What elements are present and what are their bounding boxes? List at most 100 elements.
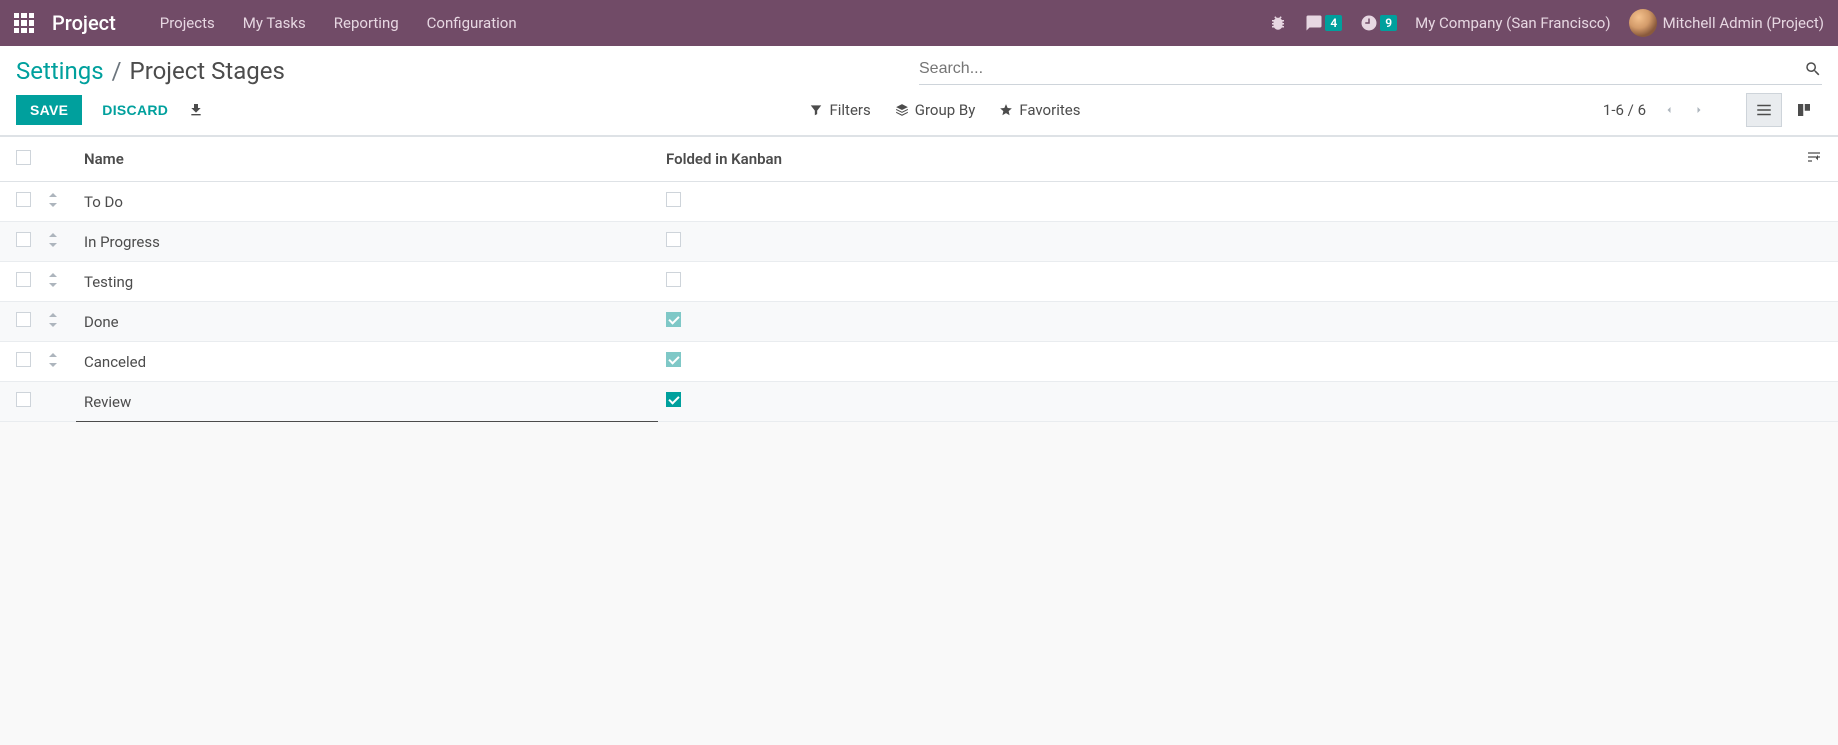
apps-icon[interactable] xyxy=(14,13,34,33)
list-view-button[interactable] xyxy=(1746,93,1782,127)
row-handle-cell xyxy=(40,302,76,342)
list-icon xyxy=(1755,101,1773,119)
row-handle-cell xyxy=(40,342,76,382)
row-name-cell[interactable]: Done xyxy=(76,302,658,342)
favorites-label: Favorites xyxy=(1019,101,1080,119)
row-handle-cell xyxy=(40,182,76,222)
table-row[interactable]: Canceled xyxy=(0,342,1838,382)
breadcrumb-settings[interactable]: Settings xyxy=(16,57,104,85)
nav-link-reporting[interactable]: Reporting xyxy=(320,0,413,46)
discuss-badge: 4 xyxy=(1325,15,1342,31)
header-folded[interactable]: Folded in Kanban xyxy=(658,137,1798,182)
drag-handle-icon[interactable] xyxy=(48,353,58,367)
control-panel: Settings / Project Stages SAVE DISCARD F… xyxy=(0,46,1838,136)
company-selector[interactable]: My Company (San Francisco) xyxy=(1415,14,1610,32)
nav-links: Projects My Tasks Reporting Configuratio… xyxy=(146,0,531,46)
nav-link-my-tasks[interactable]: My Tasks xyxy=(229,0,320,46)
discard-button[interactable]: DISCARD xyxy=(98,95,172,125)
row-checkbox[interactable] xyxy=(16,392,31,407)
row-folded-cell xyxy=(658,222,1798,262)
filters-label: Filters xyxy=(829,101,870,119)
row-select-cell xyxy=(0,342,40,382)
row-folded-cell xyxy=(658,342,1798,382)
folded-checkbox[interactable] xyxy=(666,272,681,287)
drag-handle-icon[interactable] xyxy=(48,273,58,287)
breadcrumb-separator: / xyxy=(112,57,122,85)
row-checkbox[interactable] xyxy=(16,232,31,247)
folded-checkbox[interactable] xyxy=(666,312,681,327)
group-by-button[interactable]: Group By xyxy=(895,101,976,119)
sliders-icon xyxy=(1806,149,1822,165)
kanban-icon xyxy=(1795,101,1813,119)
breadcrumb: Settings / Project Stages xyxy=(16,57,919,85)
row-folded-cell xyxy=(658,182,1798,222)
table-row[interactable]: Testing xyxy=(0,262,1838,302)
action-buttons: SAVE DISCARD xyxy=(16,95,809,125)
save-button[interactable]: SAVE xyxy=(16,95,82,125)
search-box xyxy=(919,56,1822,85)
header-select-all[interactable] xyxy=(0,137,40,182)
row-name-cell[interactable]: Canceled xyxy=(76,342,658,382)
export-icon[interactable] xyxy=(188,102,204,118)
row-name-cell[interactable]: In Progress xyxy=(76,222,658,262)
row-select-cell xyxy=(0,262,40,302)
row-name-cell[interactable]: To Do xyxy=(76,182,658,222)
row-handle-cell xyxy=(40,222,76,262)
pager-range[interactable]: 1-6 / 6 xyxy=(1603,101,1646,119)
bug-icon[interactable] xyxy=(1269,14,1287,32)
row-handle-cell xyxy=(40,262,76,302)
chat-icon xyxy=(1305,14,1323,32)
row-trailing-cell xyxy=(1798,182,1838,222)
star-icon xyxy=(999,103,1013,117)
clock-icon xyxy=(1360,14,1378,32)
row-select-cell xyxy=(0,182,40,222)
drag-handle-icon[interactable] xyxy=(48,193,58,207)
table-row[interactable]: Review xyxy=(0,382,1838,422)
folded-checkbox[interactable] xyxy=(666,352,681,367)
row-handle-cell xyxy=(40,382,76,422)
pager-prev-button[interactable] xyxy=(1654,95,1684,125)
row-name-cell[interactable]: Review xyxy=(76,382,658,422)
user-name: Mitchell Admin (Project) xyxy=(1663,14,1824,32)
kanban-view-button[interactable] xyxy=(1786,93,1822,127)
search-icon[interactable] xyxy=(1804,60,1822,78)
row-checkbox[interactable] xyxy=(16,352,31,367)
top-navbar: Project Projects My Tasks Reporting Conf… xyxy=(0,0,1838,46)
row-trailing-cell xyxy=(1798,302,1838,342)
user-menu[interactable]: Mitchell Admin (Project) xyxy=(1629,9,1824,37)
funnel-icon xyxy=(809,103,823,117)
row-trailing-cell xyxy=(1798,222,1838,262)
row-checkbox[interactable] xyxy=(16,312,31,327)
search-input[interactable] xyxy=(919,56,1796,82)
nav-link-projects[interactable]: Projects xyxy=(146,0,229,46)
favorites-button[interactable]: Favorites xyxy=(999,101,1080,119)
nav-link-configuration[interactable]: Configuration xyxy=(413,0,531,46)
header-options[interactable] xyxy=(1798,137,1838,182)
chevron-left-icon xyxy=(1663,104,1675,116)
breadcrumb-current: Project Stages xyxy=(130,57,285,85)
checkbox-all[interactable] xyxy=(16,150,31,165)
drag-handle-icon[interactable] xyxy=(48,233,58,247)
row-checkbox[interactable] xyxy=(16,192,31,207)
table-row[interactable]: To Do xyxy=(0,182,1838,222)
layers-icon xyxy=(895,103,909,117)
stages-table: Name Folded in Kanban To DoIn ProgressTe… xyxy=(0,136,1838,422)
discuss-button[interactable]: 4 xyxy=(1305,14,1342,32)
filters-button[interactable]: Filters xyxy=(809,101,870,119)
folded-checkbox[interactable] xyxy=(666,192,681,207)
avatar xyxy=(1629,9,1657,37)
activity-button[interactable]: 9 xyxy=(1360,14,1397,32)
pager-next-button[interactable] xyxy=(1684,95,1714,125)
pager: 1-6 / 6 xyxy=(1603,95,1714,125)
folded-checkbox[interactable] xyxy=(666,232,681,247)
row-checkbox[interactable] xyxy=(16,272,31,287)
folded-checkbox[interactable] xyxy=(666,392,681,407)
row-name-cell[interactable]: Testing xyxy=(76,262,658,302)
table-row[interactable]: In Progress xyxy=(0,222,1838,262)
drag-handle-icon[interactable] xyxy=(48,313,58,327)
table-row[interactable]: Done xyxy=(0,302,1838,342)
brand-title[interactable]: Project xyxy=(52,11,116,35)
pager-and-view: 1-6 / 6 xyxy=(1603,93,1822,127)
header-name[interactable]: Name xyxy=(76,137,658,182)
nav-right: 4 9 My Company (San Francisco) Mitchell … xyxy=(1269,9,1824,37)
